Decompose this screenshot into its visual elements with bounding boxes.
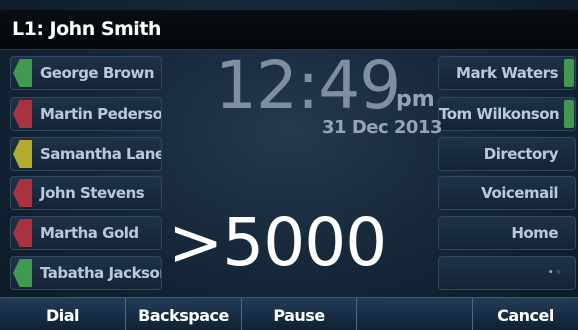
line-key-george-brown[interactable]: George Brown [10, 56, 162, 90]
line-key-john-stevens[interactable]: John Stevens [10, 176, 162, 210]
home-key-label: Home [511, 224, 558, 242]
page-dots-icon: • ◦ [547, 268, 562, 278]
directory-key-label: Directory [483, 145, 559, 163]
presence-led-red [13, 100, 32, 128]
presence-led-green [13, 259, 32, 287]
line-key-label: John Stevens [40, 184, 145, 202]
line-key-label: Martha Gold [40, 224, 139, 242]
pause-softkey[interactable]: Pause [242, 298, 357, 330]
line-key-samantha-lane[interactable]: Samantha Lane [10, 137, 162, 171]
line-key-martin-pederson[interactable]: Martin Pederson [10, 97, 162, 131]
line-key-label: Tom Wilkonson [439, 105, 560, 123]
presence-led-green [564, 59, 574, 87]
presence-led-green [13, 59, 32, 87]
backspace-softkey[interactable]: Backspace [126, 298, 242, 330]
line-key-tom-wilkonson[interactable]: Tom Wilkonson [438, 97, 576, 131]
presence-led-green [564, 100, 574, 128]
dialed-number: >5000 [168, 204, 387, 281]
voicemail-key-label: Voicemail [481, 184, 558, 202]
home-key[interactable]: Home [438, 216, 576, 250]
softkey-bar: Dial Backspace Pause Cancel [0, 297, 578, 330]
page-indicator-key[interactable]: • ◦ [438, 256, 576, 290]
directory-key[interactable]: Directory [438, 137, 576, 171]
cancel-softkey[interactable]: Cancel [473, 298, 578, 330]
line-key-label: Tabatha Jackson [40, 264, 162, 282]
line-key-label: Martin Pederson [40, 105, 162, 123]
line-key-label: Mark Waters [456, 64, 558, 82]
clock-ampm: pm [396, 87, 435, 112]
line-key-label: George Brown [40, 64, 155, 82]
presence-led-red [13, 179, 32, 207]
phone-screen: L1: John Smith George Brown Martin Peder… [0, 0, 578, 330]
voicemail-key[interactable]: Voicemail [438, 176, 576, 210]
line-key-tabatha-jackson[interactable]: Tabatha Jackson [10, 256, 162, 290]
line-title: L1: John Smith [12, 18, 161, 40]
title-bar: L1: John Smith [0, 10, 578, 50]
line-key-label: Samantha Lane [40, 145, 162, 163]
clock-date: 31 Dec 2013 [322, 117, 443, 138]
line-key-mark-waters[interactable]: Mark Waters [438, 56, 576, 90]
line-key-martha-gold[interactable]: Martha Gold [10, 216, 162, 250]
clock-time: 12:49 [215, 47, 401, 124]
empty-softkey[interactable] [357, 298, 473, 330]
presence-led-yellow [13, 140, 32, 168]
presence-led-red [13, 219, 32, 247]
dial-softkey[interactable]: Dial [0, 298, 126, 330]
